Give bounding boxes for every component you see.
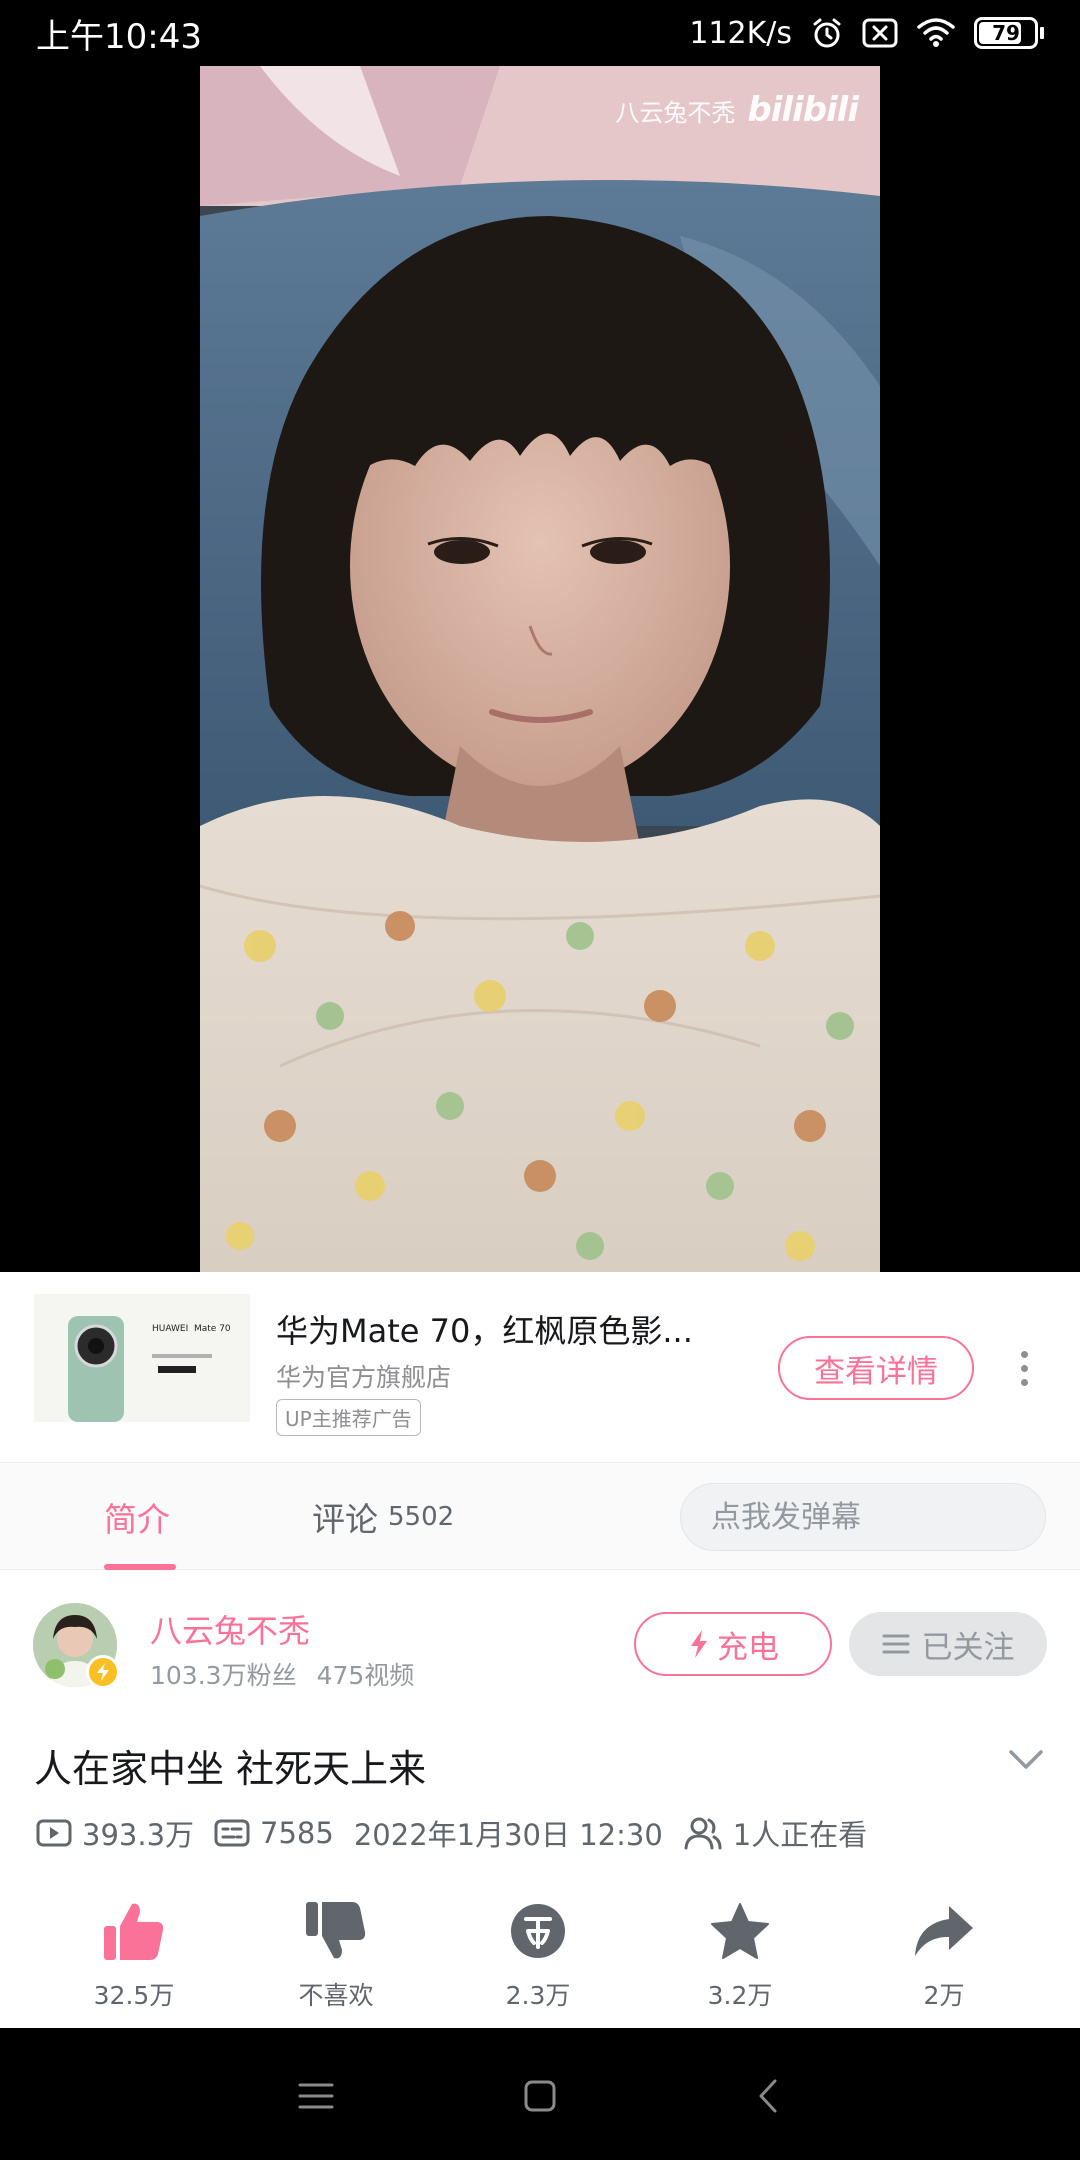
ad-detail-button[interactable]: 查看详情	[778, 1336, 974, 1400]
coin-icon	[511, 1904, 565, 1958]
share-count: 2万	[923, 1981, 965, 2010]
favorite-count: 3.2万	[707, 1981, 773, 2010]
coin-count: 2.3万	[505, 1981, 571, 2010]
tab-comments-label: 评论	[312, 1500, 378, 1539]
charge-label: 充电	[717, 1629, 779, 1666]
publish-time: 2022年1月30日 12:30	[353, 1818, 663, 1852]
like-count: 32.5万	[93, 1981, 175, 2010]
ad-tag: UP主推荐广告	[276, 1399, 421, 1436]
danmaku-count: 7585	[260, 1816, 334, 1850]
back-icon[interactable]	[738, 2066, 798, 2126]
share-arrow-icon	[915, 1906, 973, 1956]
thumb-brand: HUAWEI	[152, 1324, 189, 1334]
tab-comments[interactable]: 评论 5502	[312, 1463, 454, 1571]
uploader-section: 八云兔不秃 103.3万粉丝 475视频 充电 已关注	[0, 1570, 1080, 1720]
danmaku-count-icon	[214, 1819, 250, 1847]
views-count: 393.3万	[82, 1818, 195, 1852]
video-frame[interactable]: 八云兔不秃 bilibili	[200, 66, 880, 1272]
favorite-button[interactable]: 3.2万	[660, 1896, 820, 2012]
like-button[interactable]: 32.5万	[54, 1896, 214, 2012]
network-speed: 112K/s	[689, 15, 792, 51]
danmaku-input[interactable]	[681, 1484, 1045, 1550]
home-icon[interactable]	[510, 2066, 570, 2126]
more-options-icon[interactable]	[1008, 1344, 1040, 1392]
alarm-icon	[810, 16, 844, 50]
tab-comments-count: 5502	[388, 1502, 455, 1532]
coin-button[interactable]: 2.3万	[458, 1896, 618, 2012]
status-icons: 112K/s 79	[689, 16, 1044, 51]
thumbs-down-icon	[306, 1902, 366, 1959]
bilibili-logo: bilibili	[747, 90, 859, 130]
sim-off-icon	[862, 18, 898, 48]
video-watermark: 八云兔不秃 bilibili	[615, 90, 859, 130]
uploader-followers: 103.3万粉丝	[150, 1661, 297, 1690]
dislike-button[interactable]: 不喜欢	[256, 1896, 416, 2012]
video-meta: 393.3万 7585 2022年1月30日 12:30 1人正在看	[36, 1812, 887, 1854]
tab-intro[interactable]: 简介	[104, 1463, 170, 1571]
uploader-name[interactable]: 八云兔不秃	[150, 1606, 310, 1652]
ad-thumbnail[interactable]: HUAWEI Mate 70	[34, 1294, 250, 1422]
share-button[interactable]: 2万	[864, 1896, 1024, 2012]
status-time: 上午10:43	[36, 16, 202, 57]
ad-banner[interactable]: HUAWEI Mate 70 华为Mate 70，红枫原色影... 华为官方旗舰…	[0, 1272, 1080, 1462]
lightning-icon	[691, 1630, 707, 1658]
meta-views: 393.3万	[36, 1812, 194, 1854]
meta-publish-time: 2022年1月30日 12:30	[354, 1812, 663, 1854]
action-bar: 32.5万 不喜欢 2.3万 3.2万 2万	[0, 1896, 1080, 2028]
ad-title[interactable]: 华为Mate 70，红枫原色影...	[276, 1306, 736, 1352]
thumb-model: Mate 70	[194, 1324, 231, 1334]
system-nav-bar	[0, 2028, 1080, 2160]
thumbs-up-icon	[104, 1903, 164, 1960]
tab-bar: 简介 评论 5502 弹	[0, 1462, 1080, 1570]
uploader-videos: 475视频	[316, 1661, 415, 1690]
danmaku-bar: 弹	[680, 1483, 1046, 1551]
meta-danmaku: 7585	[214, 1816, 334, 1850]
play-count-icon	[36, 1819, 72, 1847]
uploader-stats: 103.3万粉丝 475视频	[150, 1656, 414, 1692]
video-title: 人在家中坐 社死天上来	[34, 1747, 427, 1791]
charge-button[interactable]: 充电	[634, 1612, 832, 1676]
meta-watching: 1人正在看	[683, 1812, 867, 1854]
watching-count: 1人正在看	[732, 1818, 868, 1852]
charge-badge-icon	[86, 1655, 120, 1689]
chevron-down-icon[interactable]	[1008, 1748, 1044, 1776]
dislike-label: 不喜欢	[298, 1981, 374, 2010]
wifi-icon	[916, 17, 956, 49]
star-icon	[711, 1903, 769, 1959]
watermark-user: 八云兔不秃	[615, 98, 736, 127]
follow-button[interactable]: 已关注	[849, 1612, 1047, 1676]
follow-label: 已关注	[921, 1629, 1015, 1666]
menu-lines-icon	[882, 1634, 909, 1654]
battery-level: 79	[992, 21, 1020, 45]
ad-advertiser: 华为官方旗舰店	[276, 1363, 452, 1392]
recent-apps-icon[interactable]	[286, 2066, 346, 2126]
video-player[interactable]: 八云兔不秃 bilibili	[0, 66, 1080, 1272]
phone-thumbnail-icon	[34, 1294, 250, 1422]
viewers-icon	[684, 1817, 722, 1850]
video-image	[200, 66, 880, 1272]
battery-icon: 79	[974, 17, 1044, 49]
status-bar: 上午10:43 112K/s 79	[0, 0, 1080, 66]
